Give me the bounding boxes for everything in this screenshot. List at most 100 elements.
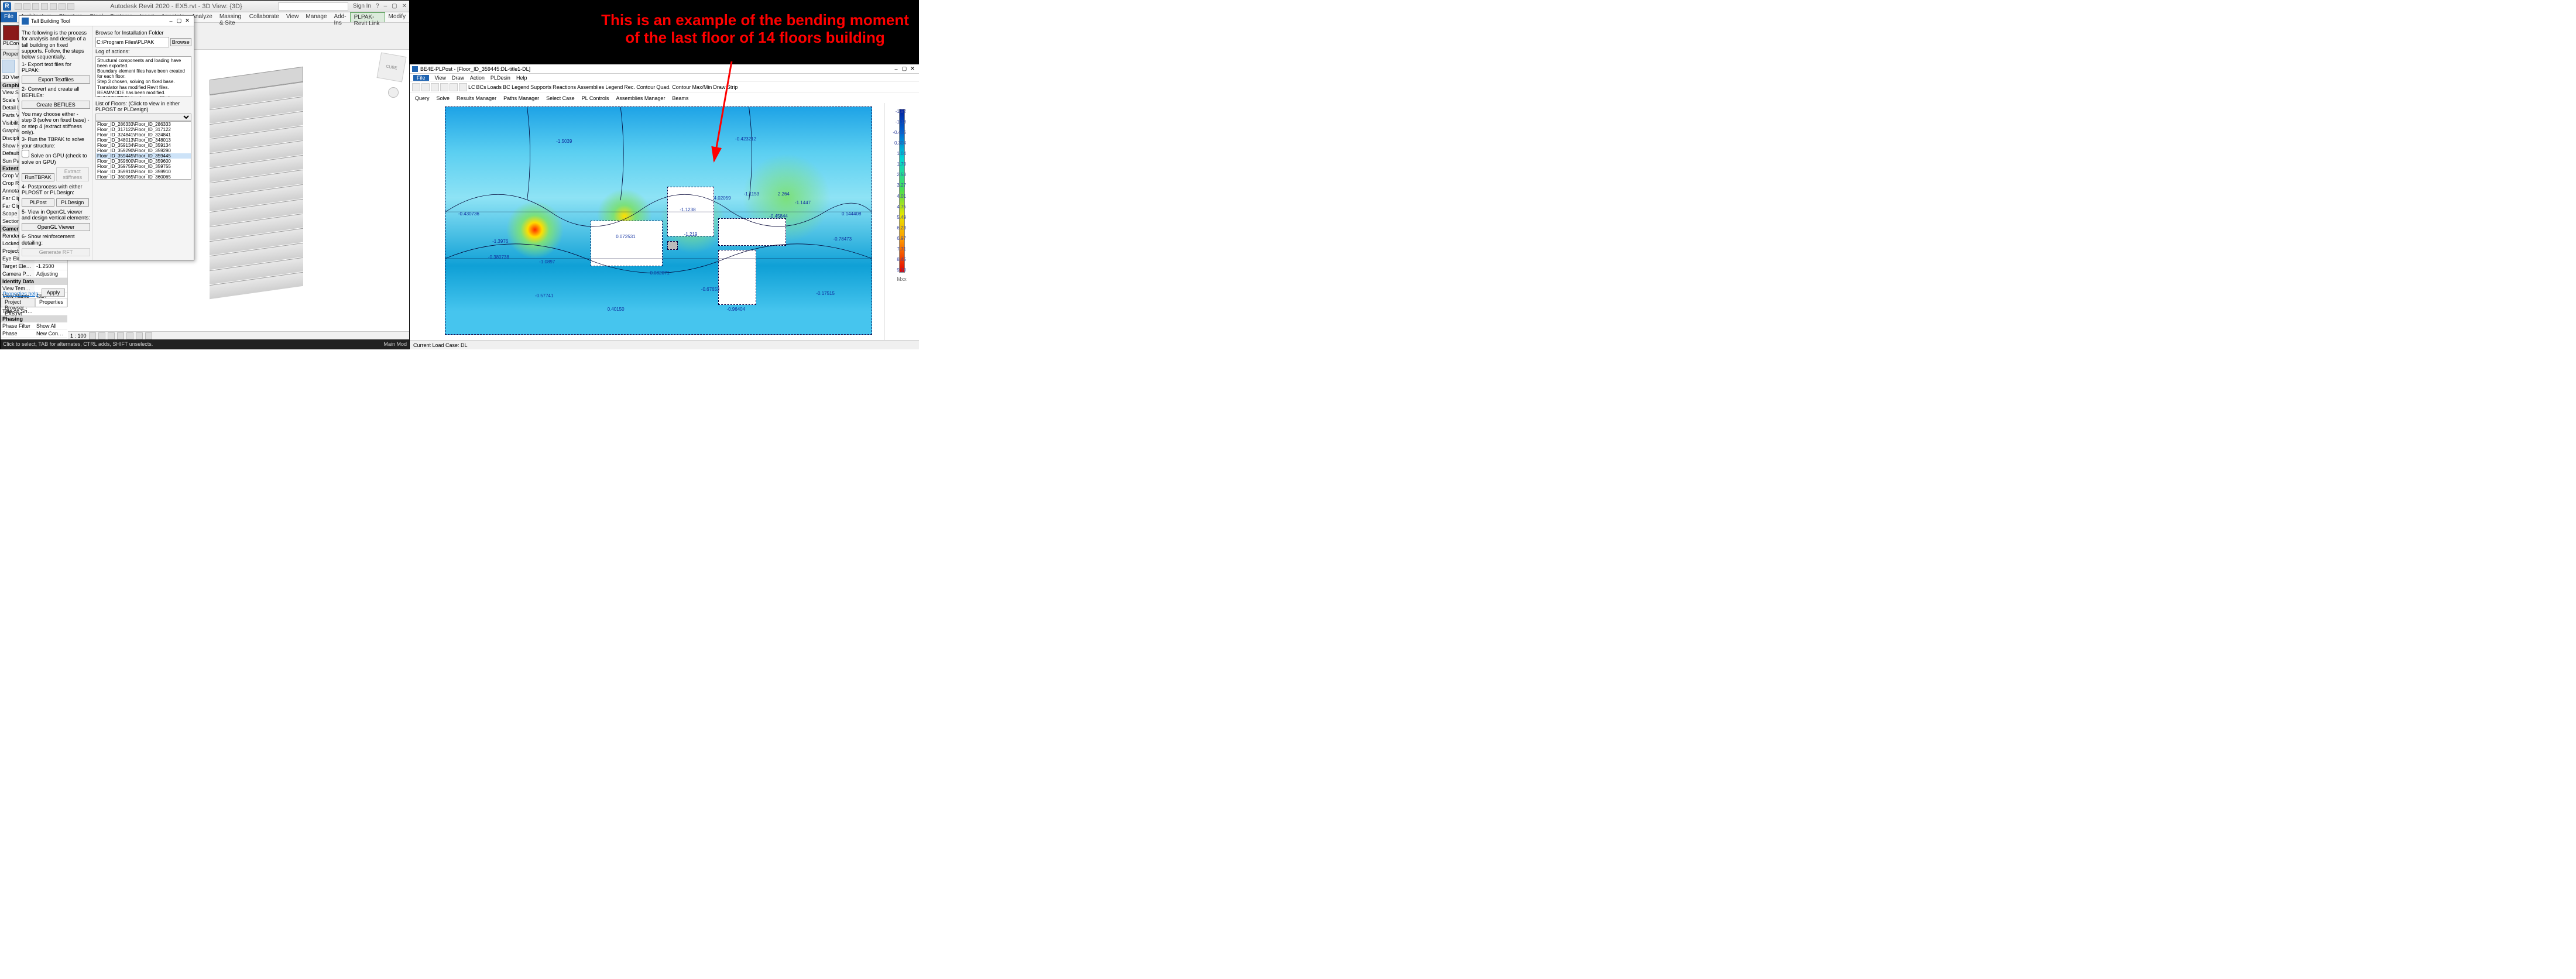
be4e-menu-draw[interactable]: Draw [452,75,464,81]
tb2-assemblies-manager[interactable]: Assemblies Manager [613,94,668,102]
floor-list-item[interactable]: Floor_ID_324841\Floor_ID_324841 [96,132,191,138]
tb1-bcs[interactable]: BCs [476,84,486,90]
qat-undo-icon[interactable] [32,3,39,10]
building-model[interactable] [197,73,314,296]
property-value[interactable] [35,308,67,315]
apply-button[interactable]: Apply [42,288,65,297]
floor-list-item[interactable]: Floor_ID_359600\Floor_ID_359600 [96,159,191,164]
detail-level-icon[interactable] [89,332,96,339]
signin-link[interactable]: Sign In [353,3,371,9]
tb1-loads[interactable]: Loads [488,84,502,90]
ribbon-tab-view[interactable]: View [283,12,303,22]
property-value[interactable]: Adjusting [35,270,67,277]
opengl-viewer-button[interactable]: OpenGL Viewer [22,223,90,231]
property-row[interactable]: Camera PositionAdjusting [1,270,67,278]
floor-list-item[interactable]: Floor_ID_348013\Floor_ID_348013 [96,138,191,143]
viewcube-icon[interactable]: CUBE [377,53,407,83]
dialog-minimize-icon[interactable]: – [167,18,175,24]
tb1-quad-contour[interactable]: Quad. Contour [656,84,691,90]
tb2-query[interactable]: Query [412,94,433,102]
bcs-icon[interactable] [459,83,467,91]
be4e-minimize-icon[interactable]: – [892,66,900,72]
tb1-legend[interactable]: Legend [605,84,623,90]
export-textfiles-button[interactable]: Export Textfiles [22,75,90,84]
be4e-close-icon[interactable]: ✕ [908,66,917,72]
tb1-rec-contour[interactable]: Rec. Contour [624,84,655,90]
ribbon-tab-manage[interactable]: Manage [302,12,330,22]
tb2-beams[interactable]: Beams [669,94,691,102]
log-textarea[interactable]: Structural components and loading have b… [95,56,191,97]
minimize-icon[interactable]: – [384,3,387,9]
crop-icon[interactable] [136,332,143,339]
property-value[interactable]: Show All [35,322,67,329]
browse-button[interactable]: Browse [170,38,191,46]
maximize-icon[interactable]: ▢ [392,3,397,9]
tb2-pl-controls[interactable]: PL Controls [579,94,612,102]
qat-sync-icon[interactable] [67,3,74,10]
property-value[interactable]: New Construction [35,330,67,337]
floor-list-item[interactable]: Floor_ID_317122\Floor_ID_317122 [96,127,191,132]
lc-icon[interactable] [412,83,420,91]
floor-list-item[interactable]: Floor_ID_360065\Floor_ID_360065 [96,174,191,180]
install-path-input[interactable] [95,37,169,47]
plpost-button[interactable]: PLPost [22,198,54,207]
qat-redo-icon[interactable] [41,3,48,10]
contour-plot[interactable]: -1.5039-1.1447-0.430736-0.380738-1.0897-… [445,107,872,335]
hide-icon[interactable] [145,332,152,339]
render-icon[interactable] [126,332,133,339]
sunpath-icon[interactable] [108,332,115,339]
contour-canvas[interactable]: -1.5039-1.1447-0.430736-0.380738-1.0897-… [410,103,884,340]
shadows-icon[interactable] [117,332,124,339]
floor-list-item[interactable]: Floor_ID_286333\Floor_ID_286333 [96,122,191,127]
tb1-supports[interactable]: Supports [530,84,551,90]
floor-list-item[interactable]: Floor_ID_359134\Floor_ID_359134 [96,143,191,148]
tb2-select-case[interactable]: Select Case [543,94,578,102]
tab-properties[interactable]: Properties [35,298,67,307]
be4e-menu-view[interactable]: View [435,75,446,81]
ribbon-tab-file[interactable]: File [1,12,17,22]
fit-icon[interactable] [440,83,448,91]
ribbon-tab-modify[interactable]: Modify [385,12,409,22]
ribbon-tab-add-ins[interactable]: Add-Ins [331,12,350,22]
tb2-results-manager[interactable]: Results Manager [454,94,499,102]
be4e-maximize-icon[interactable]: ▢ [900,66,908,72]
floor-dropdown[interactable] [95,114,191,121]
be4e-menu-help[interactable]: Help [516,75,527,81]
tab-project-browser[interactable]: Project Browser - EX5.rvt [1,298,35,307]
floor-list-item[interactable]: Floor_ID_359755\Floor_ID_359755 [96,164,191,169]
close-icon[interactable]: ✕ [402,3,407,9]
pldesign-button[interactable]: PLDesign [56,198,89,207]
quick-access-toolbar[interactable] [15,3,74,10]
tb1-max-min[interactable]: Max/Min [692,84,712,90]
property-row[interactable]: Target Elevation-1.2500 [1,263,67,270]
be4e-menu-file[interactable]: File [413,75,429,81]
run-tbpak-button[interactable]: RunTBPAK [22,173,54,181]
property-row[interactable]: Phase FilterShow All [1,322,67,330]
properties-help-link[interactable]: Properties help [3,291,39,297]
ribbon-tab-plpak-revit-link[interactable]: PLPAK-Revit Link [350,12,385,22]
tb1-reactions[interactable]: Reactions [553,84,576,90]
tb1-bc-legend[interactable]: BC Legend [503,84,529,90]
floor-list-item[interactable]: Floor_ID_359910\Floor_ID_359910 [96,169,191,174]
zoom-icon[interactable] [421,83,430,91]
property-value[interactable]: -1.2500 [35,263,67,270]
be4e-menu-pldesin[interactable]: PLDesin [490,75,510,81]
grid-icon[interactable] [450,83,458,91]
create-befiles-button[interactable]: Create BEFILES [22,101,90,109]
tb1-assemblies[interactable]: Assemblies [577,84,604,90]
ribbon-tab-massing-site[interactable]: Massing & Site [216,12,246,22]
help-icon[interactable]: ? [376,3,379,9]
pan-icon[interactable] [431,83,439,91]
tb2-solve[interactable]: Solve [434,94,453,102]
solve-on-gpu-checkbox[interactable] [22,150,29,157]
be4e-menu-action[interactable]: Action [470,75,485,81]
dialog-maximize-icon[interactable]: ▢ [175,18,183,24]
qat-print-icon[interactable] [50,3,57,10]
qat-measure-icon[interactable] [59,3,66,10]
qat-open-icon[interactable] [15,3,22,10]
view-type-icon[interactable] [2,60,15,73]
ribbon-tab-collaborate[interactable]: Collaborate [246,12,283,22]
tb1-draw-strip[interactable]: Draw Strip [713,84,738,90]
tb2-paths-manager[interactable]: Paths Manager [500,94,542,102]
view-scale-label[interactable]: 1 : 100 [70,333,87,339]
